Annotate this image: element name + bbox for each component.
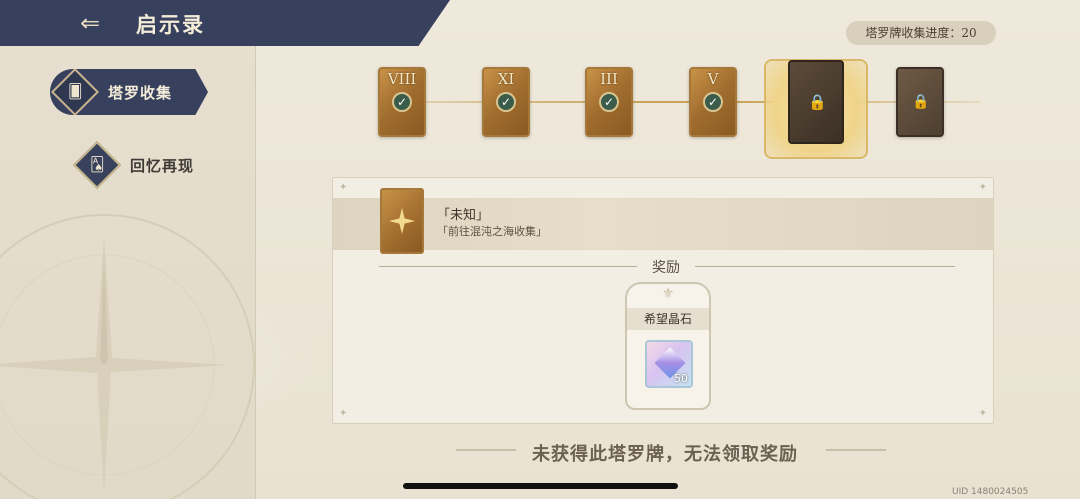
check-icon: ✓ [496,92,516,112]
card-detail-panel: ✦ ✦ ✦ ✦ 「未知」 「前往混沌之海收集」 奖励 ⚜ 希望晶石 50 [332,177,994,424]
page-title: 启示录 [136,12,205,37]
fleur-ornament-icon: ⚜ [661,286,675,302]
progress-label: 塔罗牌收集进度： [865,26,962,40]
card-numeral: V [707,70,719,88]
card-track-line [380,101,980,103]
compass-decoration [0,214,255,499]
home-indicator[interactable] [403,483,678,489]
tarot-card[interactable]: VIII ✓ [378,67,426,137]
check-icon: ✓ [703,92,723,112]
card-numeral: III [600,70,618,88]
reward-quantity: 50 [674,372,688,385]
hope-crystal-icon: 50 [645,340,693,388]
card-title: 「未知」 [437,208,490,223]
tarot-card-selected[interactable]: 🔒 [788,60,844,144]
sidebar-item-label: 塔罗收集 [108,83,173,102]
collection-progress-badge: 塔罗牌收集进度：20 [846,21,996,45]
divider [695,266,955,267]
star-icon [389,208,415,234]
lock-icon: 🔒 [808,93,827,111]
reward-item-card[interactable]: ⚜ 希望晶石 50 [625,282,711,410]
reward-locked-notice: 未获得此塔罗牌，无法领取奖励 [532,444,798,465]
title-bar: ⇐ 启示录 [0,0,450,46]
corner-ornament-icon: ✦ [339,182,348,193]
detail-card-image [380,188,424,254]
card-numeral: XI [497,70,515,88]
progress-value: 20 [961,26,977,40]
back-arrow-icon[interactable]: ⇐ [74,8,106,38]
sidebar-item-label: 回忆再现 [130,156,195,175]
corner-ornament-icon: ✦ [978,408,987,419]
lock-icon: 🔒 [912,94,930,110]
uid-label: UID 1480024505 [952,487,1029,497]
card-description: 「前往混沌之海收集」 [437,225,547,238]
tarot-card[interactable]: V ✓ [689,67,737,137]
corner-ornament-icon: ✦ [978,182,987,193]
check-icon: ✓ [392,92,412,112]
sidebar-item-memory-replay[interactable]: 🂡 回忆再现 [50,140,220,190]
corner-ornament-icon: ✦ [339,408,348,419]
divider [379,266,637,267]
detail-banner [333,198,993,250]
ornament-divider [826,449,886,451]
tarot-card[interactable]: XI ✓ [482,67,530,137]
card-numeral: VIII [387,70,417,88]
memory-card-icon: 🂡 [72,140,122,190]
check-icon: ✓ [599,92,619,112]
tarot-cards-icon: 🂠 [50,69,100,115]
reward-name: 希望晶石 [627,308,709,330]
sidebar-item-tarot-collection[interactable]: 🂠 塔罗收集 [50,69,208,115]
tarot-card[interactable]: III ✓ [585,67,633,137]
reward-heading: 奖励 [652,260,680,276]
tarot-card[interactable]: 🔒 [896,67,944,137]
